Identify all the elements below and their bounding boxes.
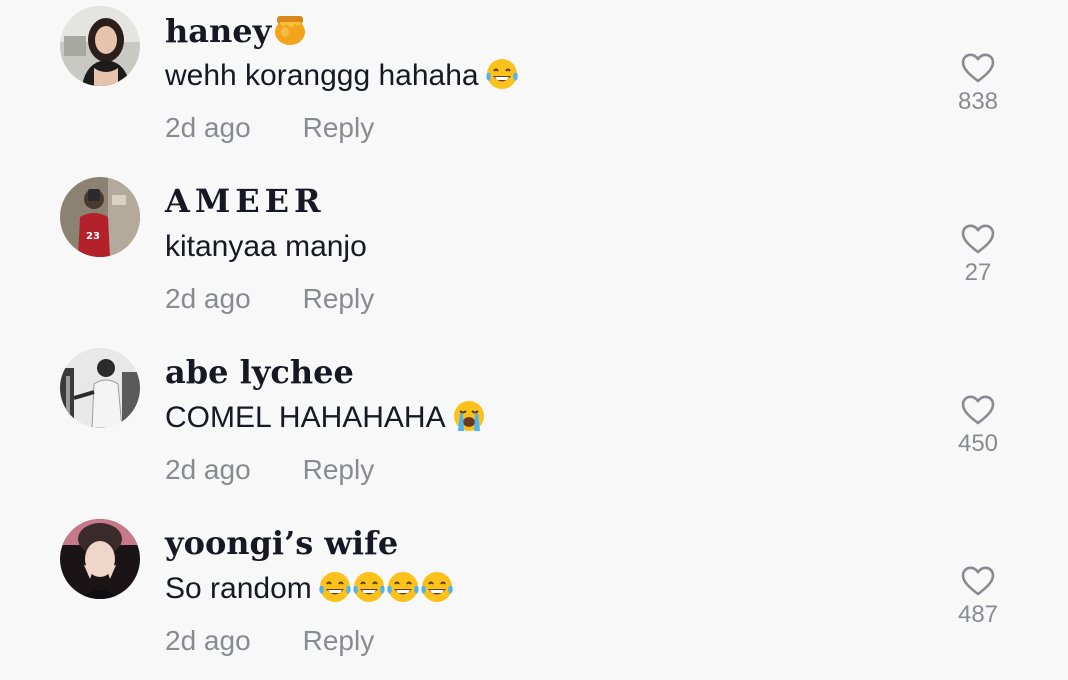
comment-timestamp: 2d ago <box>165 625 251 656</box>
avatar-image <box>60 6 140 86</box>
comment-meta: 2d ago Reply <box>165 108 374 148</box>
avatar-image <box>60 519 140 599</box>
comment-item: haney wehh koranggg hahaha 2d ago Reply 8… <box>0 0 1068 171</box>
comment-meta: 2d ago Reply <box>165 621 374 661</box>
loudly-crying-face-icon <box>452 399 486 444</box>
reply-button[interactable]: Reply <box>303 112 375 143</box>
like-count: 27 <box>964 259 992 286</box>
avatar-image <box>60 348 140 428</box>
face-with-tears-of-joy-icon <box>352 570 386 615</box>
comment-item: yoongi’s wife So random 2d ago Reply 487 <box>0 513 1068 680</box>
comment-list: haney wehh koranggg hahaha 2d ago Reply 8… <box>0 0 1068 680</box>
comment-text: kitanyaa manjo <box>165 230 367 263</box>
comment-timestamp: 2d ago <box>165 454 251 485</box>
comment-username[interactable]: abe lychee <box>165 352 354 392</box>
avatar[interactable] <box>60 348 140 428</box>
avatar[interactable]: 23 <box>60 177 140 257</box>
like-button[interactable]: 450 <box>956 394 1000 458</box>
comment-text: wehh koranggg hahaha <box>165 56 519 102</box>
heart-outline-icon <box>956 565 1000 597</box>
face-with-tears-of-joy-icon <box>386 570 420 615</box>
face-with-tears-of-joy-icon <box>318 570 352 615</box>
face-with-tears-of-joy-icon <box>485 57 519 102</box>
comment-meta: 2d ago Reply <box>165 279 374 319</box>
comment-text: So random <box>165 569 454 615</box>
comment-text: COMEL HAHAHAHA <box>165 398 486 444</box>
comment-username[interactable]: haney <box>165 10 307 55</box>
comment-timestamp: 2d ago <box>165 283 251 314</box>
honey-pot-icon <box>273 10 307 55</box>
comment-item: 23 AMEER kitanyaa manjo 2d ago Reply 27 <box>0 171 1068 342</box>
avatar[interactable] <box>60 6 140 86</box>
reply-button[interactable]: Reply <box>303 454 375 485</box>
reply-button[interactable]: Reply <box>303 283 375 314</box>
like-button[interactable]: 487 <box>956 565 1000 629</box>
comment-timestamp: 2d ago <box>165 112 251 143</box>
heart-outline-icon <box>956 394 1000 426</box>
avatar[interactable] <box>60 519 140 599</box>
like-count: 450 <box>957 430 999 457</box>
svg-text:23: 23 <box>86 231 100 242</box>
comment-username[interactable]: yoongi’s wife <box>165 523 398 563</box>
comment-username[interactable]: AMEER <box>165 181 326 221</box>
like-count: 487 <box>957 601 999 628</box>
comment-meta: 2d ago Reply <box>165 450 374 490</box>
heart-outline-icon <box>956 223 1000 255</box>
like-count: 838 <box>957 88 999 115</box>
avatar-image: 23 <box>60 177 140 257</box>
face-with-tears-of-joy-icon <box>420 570 454 615</box>
like-button[interactable]: 838 <box>956 52 1000 116</box>
heart-outline-icon <box>956 52 1000 84</box>
comment-item: abe lychee COMEL HAHAHAHA 2d ago Reply 45… <box>0 342 1068 513</box>
reply-button[interactable]: Reply <box>303 625 375 656</box>
like-button[interactable]: 27 <box>956 223 1000 287</box>
